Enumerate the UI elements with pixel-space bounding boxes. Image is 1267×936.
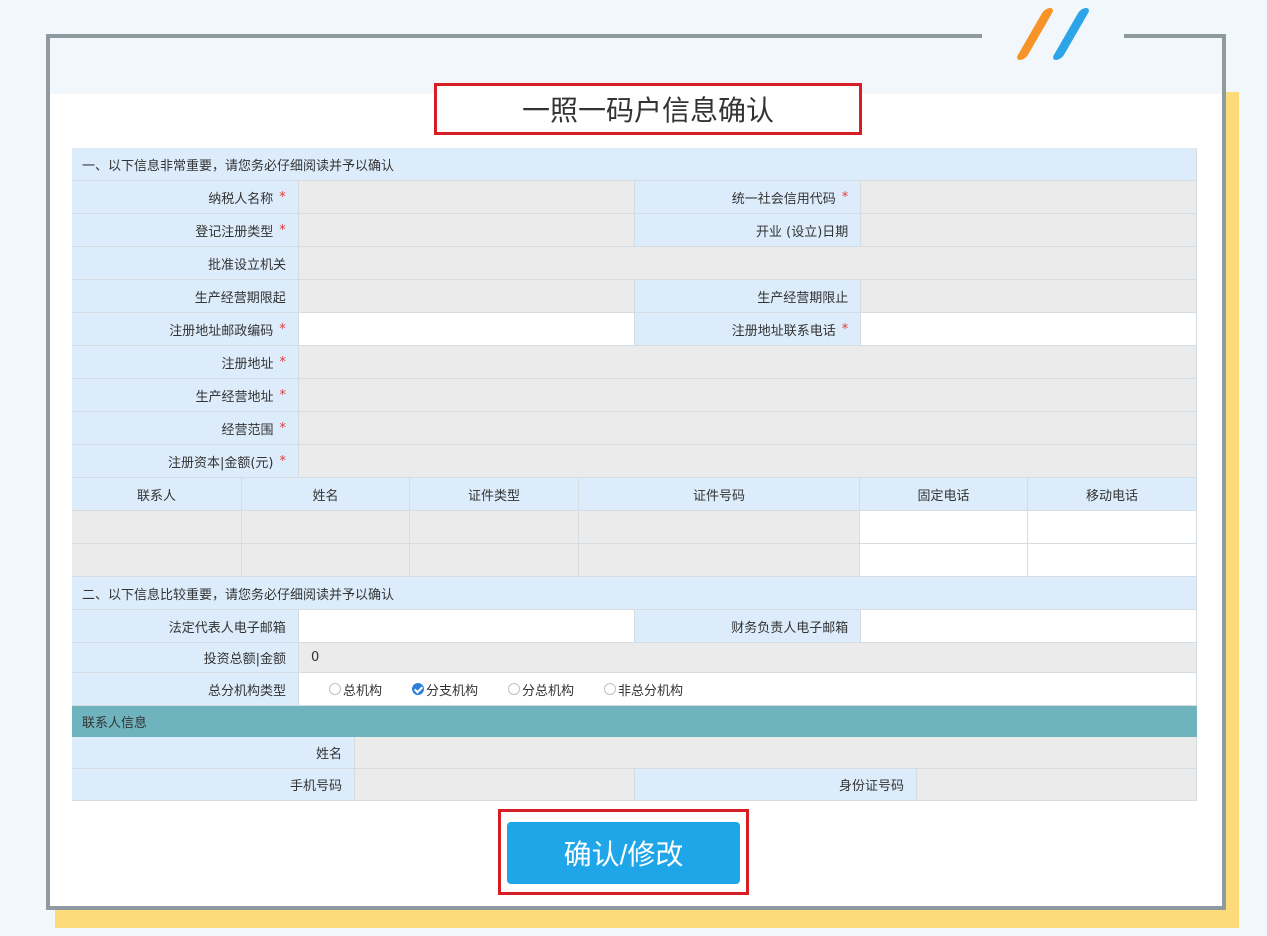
taxpayer-name-field bbox=[298, 181, 635, 213]
reg-address-field bbox=[299, 346, 1197, 378]
period-end-field bbox=[861, 280, 1197, 312]
table-cell bbox=[72, 544, 242, 576]
contact-id-field bbox=[917, 769, 1197, 800]
form-row: 手机号码 身份证号码 bbox=[72, 769, 1197, 801]
contact-info-header: 联系人信息 bbox=[72, 706, 1197, 737]
section-2-title: 二、以下信息比较重要，请您务必仔细阅读并予以确认 bbox=[72, 577, 1197, 609]
form-row: 纳税人名称 * 统一社会信用代码 * bbox=[72, 181, 1197, 214]
section-1-title: 一、以下信息非常重要，请您务必仔细阅读并予以确认 bbox=[72, 148, 1197, 180]
col-name: 姓名 bbox=[242, 478, 410, 510]
investment-value: 0 bbox=[299, 643, 1197, 672]
info-form: 一、以下信息非常重要，请您务必仔细阅读并予以确认 纳税人名称 * 统一社会信用代码… bbox=[72, 148, 1197, 801]
biz-address-field bbox=[299, 379, 1197, 411]
radio-checked-icon bbox=[412, 683, 425, 695]
period-end-label: 生产经营期限止 bbox=[634, 280, 862, 312]
finance-email-label: 财务负责人电子邮箱 bbox=[634, 610, 862, 642]
investment-label: 投资总额|金额 bbox=[72, 643, 299, 672]
table-row bbox=[72, 511, 1197, 544]
table-cell bbox=[72, 511, 242, 543]
period-start-label: 生产经营期限起 bbox=[72, 280, 299, 312]
credit-code-label: 统一社会信用代码 * bbox=[634, 181, 862, 213]
table-cell bbox=[579, 511, 860, 543]
form-row: 姓名 bbox=[72, 737, 1197, 769]
form-row: 法定代表人电子邮箱 财务负责人电子邮箱 bbox=[72, 610, 1197, 643]
mobile-input[interactable] bbox=[1028, 511, 1197, 543]
legal-email-input[interactable] bbox=[298, 610, 635, 642]
col-landline: 固定电话 bbox=[860, 478, 1028, 510]
org-type-label: 总分机构类型 bbox=[72, 673, 299, 705]
confirm-button-highlight: 确认/修改 bbox=[498, 809, 749, 895]
approval-org-label: 批准设立机关 bbox=[72, 247, 299, 279]
capital-label: 注册资本|金额(元) * bbox=[72, 445, 299, 477]
radio-label: 分支机构 bbox=[426, 683, 479, 699]
table-cell bbox=[410, 544, 579, 576]
legal-email-label: 法定代表人电子邮箱 bbox=[72, 610, 299, 642]
biz-scope-label: 经营范围 * bbox=[72, 412, 299, 444]
radio-circle-icon bbox=[604, 683, 617, 695]
capital-field bbox=[299, 445, 1197, 477]
confirm-modify-button[interactable]: 确认/修改 bbox=[507, 822, 740, 884]
form-row: 生产经营地址 * bbox=[72, 379, 1197, 412]
radio-sub-head[interactable]: 分总机构 bbox=[508, 680, 574, 699]
taxpayer-name-label: 纳税人名称 * bbox=[72, 181, 299, 213]
contact-id-label: 身份证号码 bbox=[635, 769, 917, 800]
form-row: 经营范围 * bbox=[72, 412, 1197, 445]
contact-mobile-field bbox=[355, 769, 635, 800]
contact-table-header: 联系人 姓名 证件类型 证件号码 固定电话 移动电话 bbox=[72, 478, 1197, 511]
approval-org-field bbox=[299, 247, 1197, 279]
table-cell bbox=[410, 511, 579, 543]
frame-gap bbox=[982, 26, 1124, 42]
biz-address-label: 生产经营地址 * bbox=[72, 379, 299, 411]
finance-email-input[interactable] bbox=[861, 610, 1197, 642]
col-contact: 联系人 bbox=[72, 478, 242, 510]
table-cell bbox=[579, 544, 860, 576]
postcode-label: 注册地址邮政编码 * bbox=[72, 313, 299, 345]
reg-phone-label: 注册地址联系电话 * bbox=[634, 313, 862, 345]
landline-input[interactable] bbox=[860, 544, 1028, 576]
form-row: 总分机构类型 总机构 分支机构 分总机构 非总分机构 bbox=[72, 673, 1197, 706]
radio-label: 非总分机构 bbox=[618, 683, 684, 699]
col-mobile: 移动电话 bbox=[1028, 478, 1197, 510]
radio-circle-icon bbox=[508, 683, 521, 695]
form-row: 注册资本|金额(元) * bbox=[72, 445, 1197, 478]
form-row: 生产经营期限起 生产经营期限止 bbox=[72, 280, 1197, 313]
radio-branch[interactable]: 分支机构 bbox=[412, 680, 478, 699]
postcode-input[interactable] bbox=[298, 313, 635, 345]
radio-non-head-branch[interactable]: 非总分机构 bbox=[604, 680, 683, 699]
page-title: 一照一码户信息确认 bbox=[434, 83, 862, 135]
contact-name-field bbox=[355, 737, 1197, 768]
open-date-field bbox=[861, 214, 1197, 246]
table-cell bbox=[242, 511, 410, 543]
radio-head-office[interactable]: 总机构 bbox=[329, 680, 382, 699]
credit-code-field bbox=[861, 181, 1197, 213]
contact-mobile-label: 手机号码 bbox=[72, 769, 355, 800]
reg-phone-input[interactable] bbox=[861, 313, 1197, 345]
table-cell bbox=[242, 544, 410, 576]
section-2-header: 二、以下信息比较重要，请您务必仔细阅读并予以确认 bbox=[72, 577, 1197, 610]
radio-circle-icon bbox=[329, 683, 341, 695]
org-type-radio-group: 总机构 分支机构 分总机构 非总分机构 bbox=[299, 673, 1197, 705]
form-row: 登记注册类型 * 开业 (设立)日期 bbox=[72, 214, 1197, 247]
period-start-field bbox=[298, 280, 635, 312]
form-row: 投资总额|金额 0 bbox=[72, 643, 1197, 673]
section-1-header: 一、以下信息非常重要，请您务必仔细阅读并予以确认 bbox=[72, 148, 1197, 181]
open-date-label: 开业 (设立)日期 bbox=[634, 214, 862, 246]
radio-label: 分总机构 bbox=[522, 683, 575, 699]
table-row bbox=[72, 544, 1197, 577]
contact-name-label: 姓名 bbox=[72, 737, 355, 768]
biz-scope-field bbox=[299, 412, 1197, 444]
form-row: 注册地址 * bbox=[72, 346, 1197, 379]
mobile-input[interactable] bbox=[1028, 544, 1197, 576]
reg-type-label: 登记注册类型 * bbox=[72, 214, 299, 246]
reg-type-field bbox=[298, 214, 635, 246]
landline-input[interactable] bbox=[860, 511, 1028, 543]
form-row: 注册地址邮政编码 * 注册地址联系电话 * bbox=[72, 313, 1197, 346]
reg-address-label: 注册地址 * bbox=[72, 346, 299, 378]
radio-label: 总机构 bbox=[343, 683, 383, 699]
col-id-number: 证件号码 bbox=[579, 478, 860, 510]
form-row: 批准设立机关 bbox=[72, 247, 1197, 280]
col-id-type: 证件类型 bbox=[410, 478, 579, 510]
